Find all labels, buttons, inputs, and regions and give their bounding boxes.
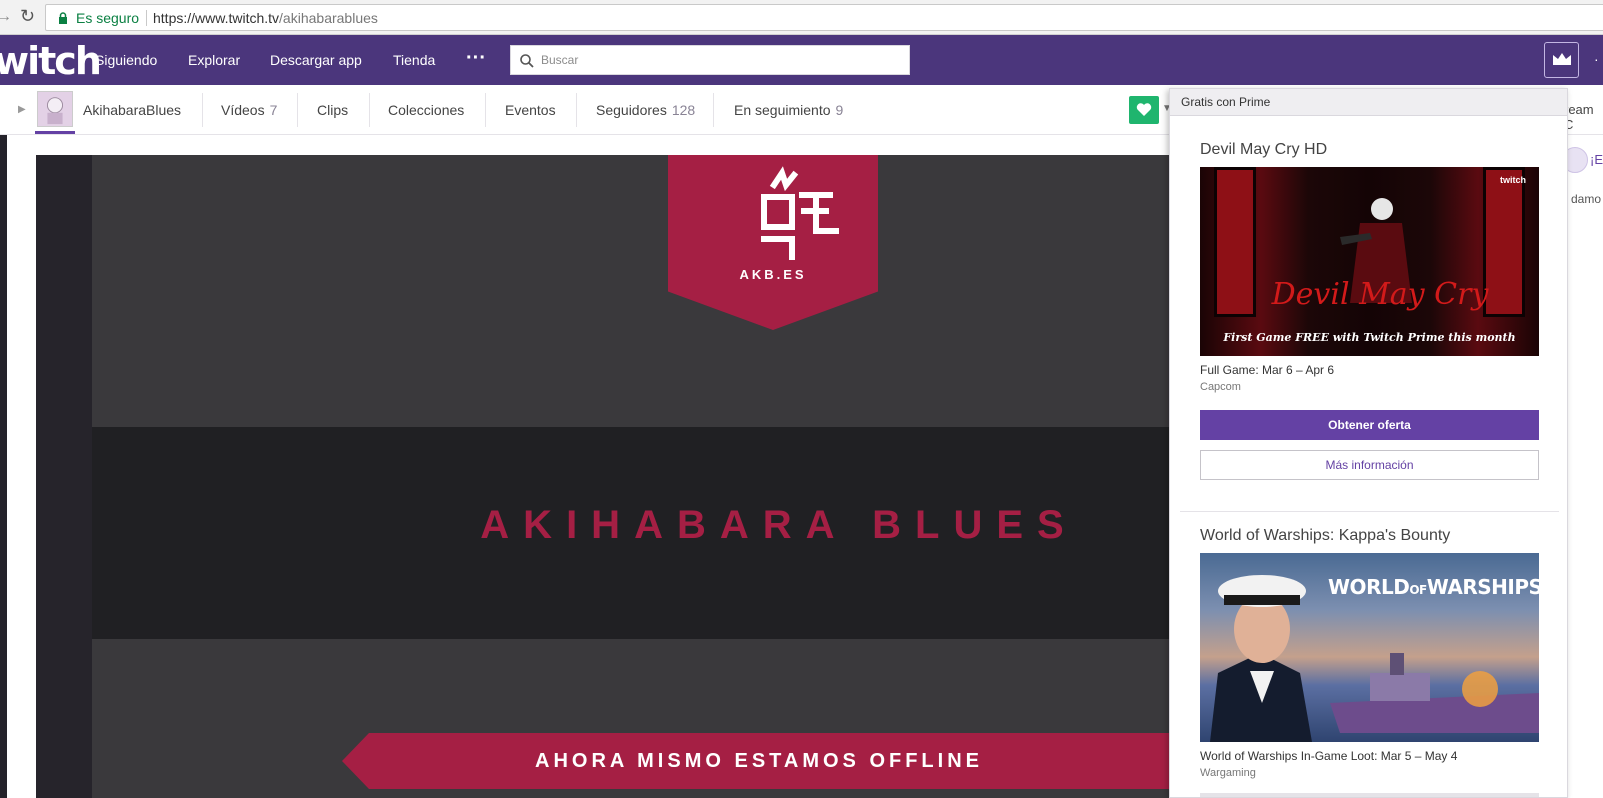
tab-divider [369,93,370,127]
banner-top-band [92,155,1176,427]
wow-logo-world: WORLD [1328,575,1410,599]
offer-title[interactable]: World of Warships: Kappa's Bounty [1200,527,1450,545]
secure-label: Es seguro [76,10,140,26]
more-icon[interactable]: ··· [466,47,486,70]
chat-peek-user: damo [1571,192,1602,206]
prime-panel-title: Gratis con Prime [1181,95,1271,109]
crown-icon [1553,53,1571,65]
prime-offers-dropdown: Gratis con Prime Devil May Cry HD Devil … [1169,88,1568,798]
tab-label: Seguidores [596,102,667,118]
dmc-logo-text: Devil May Cry [1271,277,1489,312]
offer-title[interactable]: Devil May Cry HD [1200,141,1327,159]
stream-chat-label[interactable]: ream C [1564,102,1603,132]
dmc-window-left [1214,167,1256,317]
prime-crown-button[interactable] [1544,42,1579,78]
player-side-strip [36,155,92,798]
url-divider [146,10,147,26]
get-offer-button[interactable]: Obtener oferta [1200,410,1539,440]
tab-label: Vídeos [221,102,265,118]
offer-description: World of Warships In-Game Loot: Mar 5 – … [1200,749,1458,763]
tab-label: Eventos [505,102,556,118]
more-info-button[interactable]: Más información [1200,450,1539,480]
tab-colecciones[interactable]: Colecciones [388,102,464,118]
chat-peek-text: ¡Er [1590,152,1603,167]
next-offer-edge [1200,793,1539,797]
dmc-caption: First Game FREE with Twitch Prime this m… [1223,331,1516,344]
tab-clips[interactable]: Clips [317,102,348,118]
tab-count: 7 [269,102,278,118]
url-field[interactable]: Es seguro https://www.twitch.tv/akihabar… [45,4,1603,31]
wow-logo-warships: WARSHIPS [1426,575,1539,599]
offer-card: Devil May Cry HD Devil May Cry First Gam… [1200,141,1539,486]
tab-divider [576,93,577,127]
tab-divider [202,93,203,127]
twitch-logo[interactable]: witch [0,39,102,83]
offline-text: AHORA MISMO ESTAMOS OFFLINE [535,750,983,772]
follow-button[interactable] [1129,96,1159,124]
url-main: https://www.twitch.tv [153,10,280,26]
tab-count: 128 [671,102,696,118]
tab-videos[interactable]: Vídeos 7 [221,102,277,118]
forward-arrow-icon[interactable]: → [0,8,12,26]
channel-name[interactable]: AkihabaraBlues [83,102,181,118]
prime-panel-header: Gratis con Prime [1170,89,1567,116]
twitch-prime-badge: twitch [1500,175,1526,185]
tab-eventos[interactable]: Eventos [505,102,556,118]
nav-descargar-app[interactable]: Descargar app [270,52,362,68]
user-menu-edge[interactable]: · [1594,51,1599,67]
tab-divider [485,93,486,127]
wow-logo-text: WORLDOFWARSHIPS [1328,575,1539,599]
tab-label: Clips [317,102,349,118]
offer-publisher: Capcom [1200,381,1241,393]
heart-icon [1136,103,1152,116]
nav-siguiendo[interactable]: Siguiendo [95,52,157,68]
top-navigation: witch Siguiendo Explorar Descargar app T… [0,35,1603,85]
active-tab-indicator [35,131,75,134]
search-icon [520,54,534,68]
lock-icon [59,12,67,24]
left-sidebar-strip [0,135,7,798]
reload-icon[interactable]: ↻ [20,6,35,27]
offer-publisher: Wargaming [1200,767,1256,779]
offer-image-devil-may-cry[interactable]: Devil May Cry First Game FREE with Twitc… [1200,167,1539,356]
tab-count: 9 [835,102,844,118]
tab-seguidores[interactable]: Seguidores 128 [596,102,695,118]
wow-admiral [1210,575,1312,742]
wow-battleship [1330,653,1539,733]
search-placeholder: Buscar [541,53,579,67]
nav-tienda[interactable]: Tienda [393,52,435,68]
offline-text-wrap: AHORA MISMO ESTAMOS OFFLINE [342,750,1176,773]
tab-divider [297,93,298,127]
offer-divider [1180,511,1559,512]
tab-label: Colecciones [388,102,465,118]
wow-logo-of: OF [1409,583,1427,597]
offer-card: World of Warships: Kappa's Bounty WORLDO… [1200,527,1539,797]
chat-column-peek: ¡Er damo [1562,135,1603,798]
tab-divider [713,93,714,127]
expand-caret-icon[interactable]: ▶ [18,104,26,115]
video-player[interactable]: AKB.ES AKIHABARA BLUES AHORA MISMO ESTAM… [36,155,1176,798]
avatar-image [38,92,72,126]
browser-address-bar: → ↻ Es seguro https://www.twitch.tv/akih… [0,0,1603,35]
tab-label: En seguimiento [734,102,831,118]
akb-badge-text: AKB.ES [739,267,807,282]
tab-en-seguimiento[interactable]: En seguimiento 9 [734,102,843,118]
akb-mascot-logo [761,166,839,260]
nav-explorar[interactable]: Explorar [188,52,240,68]
url-path: /akihabarablues [279,10,378,26]
url-text: https://www.twitch.tv/akihabarablues [153,10,378,26]
offer-description: Full Game: Mar 6 – Apr 6 [1200,363,1335,377]
offer-image-world-of-warships[interactable]: WORLDOFWARSHIPS [1200,553,1539,742]
search-input[interactable]: Buscar [510,45,910,75]
brand-title: AKIHABARA BLUES [480,503,1078,547]
channel-avatar[interactable] [37,91,73,127]
